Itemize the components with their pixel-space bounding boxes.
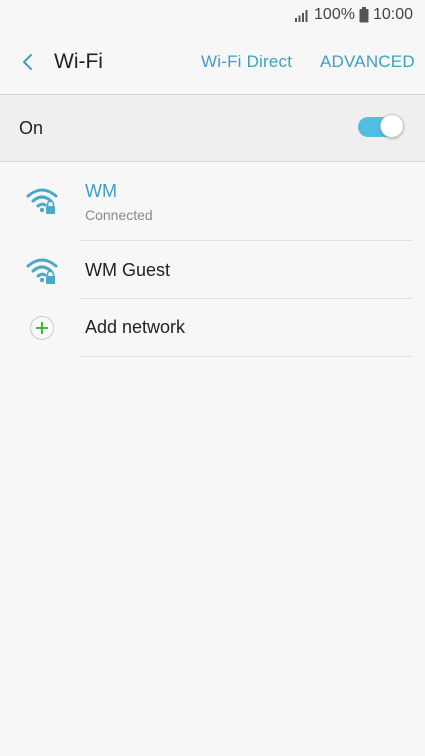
wifi-toggle-switch[interactable]	[358, 114, 404, 140]
add-network-label: Add network	[85, 317, 186, 337]
wifi-locked-icon	[26, 256, 60, 286]
network-status: Connected	[85, 207, 153, 223]
battery-percent: 100%	[314, 6, 355, 23]
clock: 10:00	[372, 6, 413, 23]
battery-icon	[359, 7, 369, 23]
status-bar: 100% 10:00	[0, 0, 425, 30]
network-item-wm[interactable]: WM Connected	[0, 162, 425, 240]
master-switch-label: On	[19, 118, 44, 138]
network-item-wm-guest[interactable]: WM Guest	[0, 241, 425, 298]
plus-icon	[30, 316, 54, 340]
toggle-knob	[380, 114, 404, 138]
row-divider	[80, 356, 412, 357]
wifi-direct-button[interactable]: Wi-Fi Direct	[201, 50, 292, 74]
back-arrow-icon	[23, 54, 32, 70]
signal-icon	[294, 8, 310, 22]
status-indicators: 100% 10:00	[294, 5, 413, 25]
network-name: WM Guest	[85, 260, 171, 280]
advanced-button[interactable]: ADVANCED	[320, 50, 415, 74]
wifi-locked-icon	[26, 186, 60, 216]
back-button[interactable]	[14, 48, 42, 76]
add-network-item[interactable]: Add network	[0, 299, 425, 356]
wifi-master-switch-row[interactable]: On	[0, 95, 425, 161]
network-name: WM	[85, 181, 117, 201]
page-title: Wi-Fi	[54, 50, 103, 73]
app-bar: Wi-Fi Wi-Fi Direct ADVANCED	[0, 30, 425, 94]
